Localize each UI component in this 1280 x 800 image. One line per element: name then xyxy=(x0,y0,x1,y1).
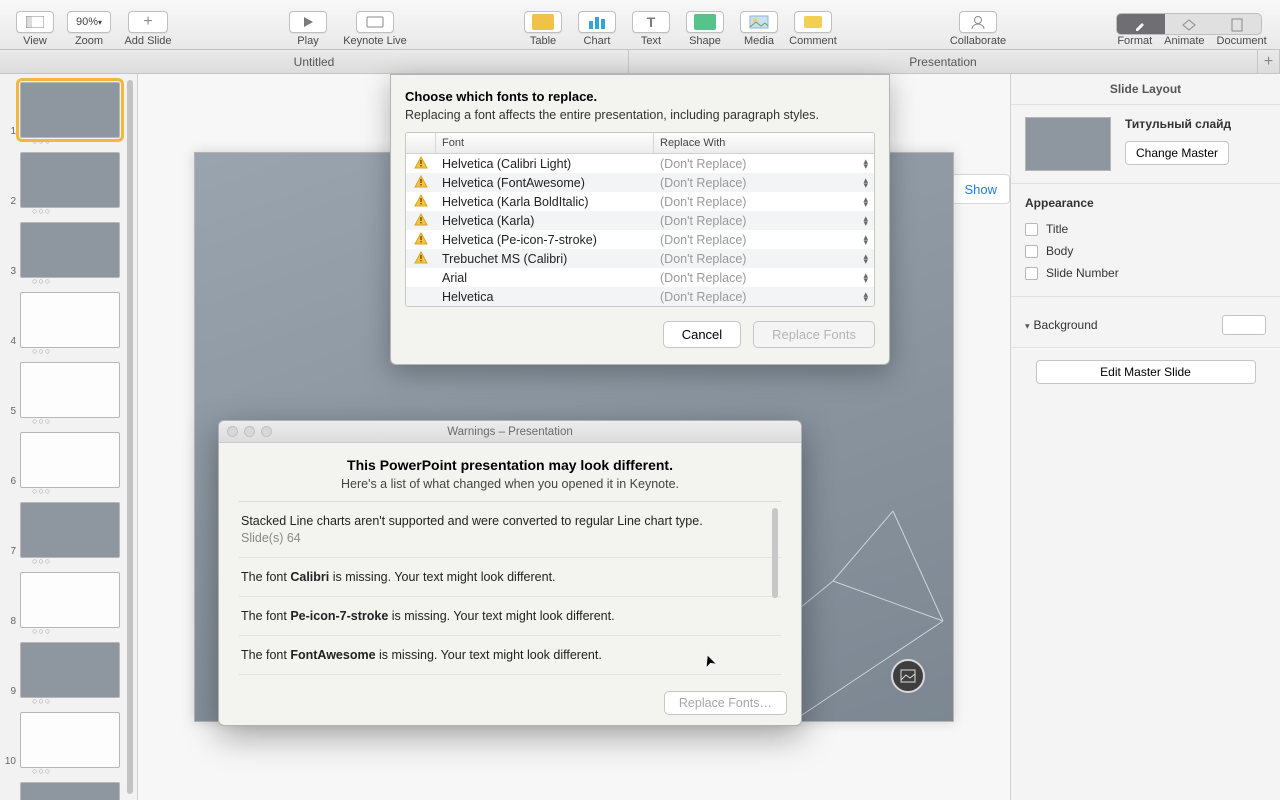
tab-presentation[interactable]: Presentation xyxy=(629,50,1258,73)
replace-dropdown[interactable]: (Don't Replace)▴▾ xyxy=(654,195,874,209)
format-tab[interactable] xyxy=(1117,14,1165,35)
col-font: Font xyxy=(436,133,654,153)
slide-thumb-1[interactable] xyxy=(20,82,120,138)
diamond-icon xyxy=(1181,18,1197,32)
slide-thumb-6[interactable] xyxy=(20,432,120,488)
replace-dropdown[interactable]: (Don't Replace)▴▾ xyxy=(654,252,874,266)
font-row[interactable]: Helvetica (Karla BoldItalic) (Don't Repl… xyxy=(406,192,874,211)
view-label: View xyxy=(23,35,47,49)
title-checkbox[interactable] xyxy=(1025,223,1038,236)
replace-dropdown[interactable]: (Don't Replace)▴▾ xyxy=(654,290,874,304)
master-thumbnail xyxy=(1025,117,1111,171)
warning-item[interactable]: The font Pe-icon-7-stroke is missing. Yo… xyxy=(239,597,781,636)
inspector-switch xyxy=(1116,13,1262,35)
warning-icon xyxy=(406,251,436,266)
master-name: Титульный слайд xyxy=(1125,117,1231,131)
slide-thumb-4[interactable] xyxy=(20,292,120,348)
keynote-live-label: Keynote Live xyxy=(343,35,407,49)
view-button[interactable]: View xyxy=(8,0,62,49)
dialog-heading: Choose which fonts to replace. xyxy=(405,89,875,104)
add-tab-button[interactable]: + xyxy=(1258,50,1280,73)
animate-tab[interactable] xyxy=(1165,14,1213,35)
tab-bar: Untitled Presentation + xyxy=(0,50,1280,74)
table-button[interactable]: Table xyxy=(516,0,570,49)
page-icon xyxy=(1230,18,1244,32)
toolbar: View 90% ▾ Zoom + Add Slide Play Keynote… xyxy=(0,0,1280,50)
media-button[interactable]: Media xyxy=(732,0,786,49)
replace-fonts-dialog: Choose which fonts to replace. Replacing… xyxy=(390,74,890,365)
font-table: Font Replace With Helvetica (Calibri Lig… xyxy=(405,132,875,307)
background-heading[interactable]: Background xyxy=(1034,318,1098,332)
warnings-window: Warnings – Presentation This PowerPoint … xyxy=(218,420,802,726)
font-row[interactable]: Helvetica (Calibri Light) (Don't Replace… xyxy=(406,154,874,173)
add-slide-button[interactable]: + Add Slide xyxy=(116,0,180,49)
warning-icon xyxy=(406,194,436,209)
background-swatch[interactable] xyxy=(1222,315,1266,335)
change-master-button[interactable]: Change Master xyxy=(1125,141,1229,165)
slide-thumb-7[interactable] xyxy=(20,502,120,558)
slide-thumb-5[interactable] xyxy=(20,362,120,418)
warning-item[interactable]: The font Calibri is missing. Your text m… xyxy=(239,558,781,597)
collaborate-button[interactable]: Collaborate xyxy=(941,0,1015,49)
comment-button[interactable]: Comment xyxy=(786,0,840,49)
warnings-list[interactable]: Stacked Line charts aren't supported and… xyxy=(239,501,781,675)
replace-dropdown[interactable]: (Don't Replace)▴▾ xyxy=(654,271,874,285)
slide-thumb-10[interactable] xyxy=(20,712,120,768)
replace-dropdown[interactable]: (Don't Replace)▴▾ xyxy=(654,157,874,171)
chart-button[interactable]: Chart xyxy=(570,0,624,49)
cancel-button[interactable]: Cancel xyxy=(663,321,741,348)
image-placeholder-icon[interactable] xyxy=(891,659,925,693)
warnings-titlebar[interactable]: Warnings – Presentation xyxy=(219,421,801,443)
format-inspector: Slide Layout Титульный слайд Change Mast… xyxy=(1010,74,1280,800)
zoom-button[interactable]: 90% ▾ Zoom xyxy=(62,0,116,49)
add-slide-label: Add Slide xyxy=(124,35,171,49)
warning-icon xyxy=(406,175,436,190)
slide-thumb-3[interactable] xyxy=(20,222,120,278)
warning-icon xyxy=(406,232,436,247)
show-link[interactable]: Show xyxy=(964,182,997,197)
text-button[interactable]: TText xyxy=(624,0,678,49)
photo-icon xyxy=(749,15,769,29)
appearance-heading: Appearance xyxy=(1025,196,1266,210)
replace-dropdown[interactable]: (Don't Replace)▴▾ xyxy=(654,233,874,247)
dialog-description: Replacing a font affects the entire pres… xyxy=(405,108,875,122)
replace-dropdown[interactable]: (Don't Replace)▴▾ xyxy=(654,176,874,190)
warnings-replace-fonts-button[interactable]: Replace Fonts… xyxy=(664,691,787,715)
slide-thumb-9[interactable] xyxy=(20,642,120,698)
shape-button[interactable]: Shape xyxy=(678,0,732,49)
warnings-heading: This PowerPoint presentation may look di… xyxy=(239,457,781,473)
keynote-live-button[interactable]: Keynote Live xyxy=(335,0,415,49)
edit-master-button[interactable]: Edit Master Slide xyxy=(1036,360,1256,384)
play-label: Play xyxy=(297,35,318,49)
font-row[interactable]: Helvetica (Karla) (Don't Replace)▴▾ xyxy=(406,211,874,230)
tab-untitled[interactable]: Untitled xyxy=(0,50,629,73)
traffic-lights[interactable] xyxy=(227,426,272,437)
slide-thumb-11[interactable] xyxy=(20,782,120,800)
font-row[interactable]: Helvetica (Don't Replace)▴▾ xyxy=(406,287,874,306)
replace-fonts-button[interactable]: Replace Fonts xyxy=(753,321,875,348)
warning-icon xyxy=(406,213,436,228)
warning-item[interactable]: The font FontAwesome is missing. Your te… xyxy=(239,636,781,675)
zoom-label: Zoom xyxy=(75,35,103,49)
slide-thumb-8[interactable] xyxy=(20,572,120,628)
person-icon xyxy=(969,15,987,29)
font-row[interactable]: Helvetica (Pe-icon-7-stroke) (Don't Repl… xyxy=(406,230,874,249)
col-replace: Replace With xyxy=(654,133,874,153)
document-tab[interactable] xyxy=(1213,14,1261,35)
play-button[interactable]: Play xyxy=(281,0,335,49)
font-row[interactable]: Helvetica (FontAwesome) (Don't Replace)▴… xyxy=(406,173,874,192)
body-checkbox[interactable] xyxy=(1025,245,1038,258)
brush-icon xyxy=(1133,18,1149,32)
warning-item[interactable]: Stacked Line charts aren't supported and… xyxy=(239,502,781,558)
slide-navigator[interactable]: 1 ○○○2 ○○○3 ○○○4 ○○○5 ○○○6 ○○○7 ○○○8 ○○○… xyxy=(0,74,138,800)
inspector-title: Slide Layout xyxy=(1011,74,1280,105)
font-row[interactable]: Arial (Don't Replace)▴▾ xyxy=(406,268,874,287)
replace-dropdown[interactable]: (Don't Replace)▴▾ xyxy=(654,214,874,228)
slide-thumb-2[interactable] xyxy=(20,152,120,208)
warnings-sub: Here's a list of what changed when you o… xyxy=(239,477,781,491)
slidenum-checkbox[interactable] xyxy=(1025,267,1038,280)
zoom-value: 90% xyxy=(76,16,98,28)
font-row[interactable]: Trebuchet MS (Calibri) (Don't Replace)▴▾ xyxy=(406,249,874,268)
warning-icon xyxy=(406,156,436,171)
